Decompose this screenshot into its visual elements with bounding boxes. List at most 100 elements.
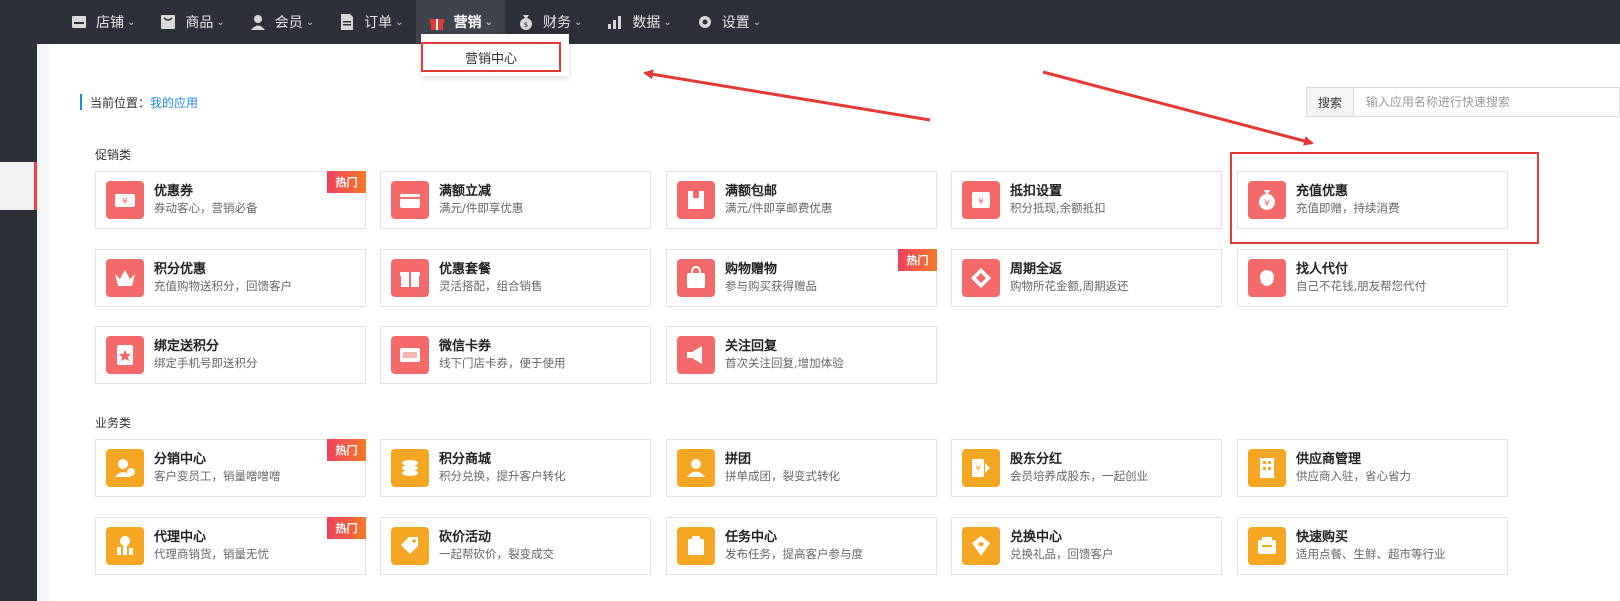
main-nav: 店铺 ⌄ 商品 ⌄ 会员 ⌄ 订单 ⌄ 营销 ⌄ $ 财务 ⌄ 数据 ⌄ 设置 ⌄: [58, 0, 773, 44]
wallet-icon: [391, 181, 429, 219]
app-card-title: 周期全返: [1010, 261, 1063, 277]
app-card-desc: 绑定手机号即送积分: [154, 355, 258, 370]
app-card-text: 购物赠物 参与购买获得赠品: [725, 262, 817, 295]
promo-app-card[interactable]: 周期全返 购物所花金额,周期返还: [951, 249, 1222, 307]
business-app-card[interactable]: 积分商城 积分兑换，提升客户转化: [380, 439, 651, 497]
app-card-title: 任务中心: [725, 529, 778, 545]
app-card-desc: 积分兑换，提升客户转化: [439, 468, 566, 483]
app-card-title: 供应商管理: [1296, 451, 1362, 467]
promo-app-card[interactable]: 满额立减 满元/件即享优惠: [380, 171, 651, 229]
nav-item-0[interactable]: 店铺 ⌄: [58, 0, 147, 44]
app-card-text: 优惠套餐 灵活搭配，组合销售: [439, 262, 543, 295]
search-label[interactable]: 搜索: [1307, 88, 1354, 116]
promo-app-card[interactable]: 购物赠物 参与购买获得赠品 热门: [666, 249, 937, 307]
business-app-card[interactable]: 砍价活动 一起帮砍价，裂变成交: [380, 517, 651, 575]
nav-item-label: 会员: [274, 15, 303, 31]
business-app-card[interactable]: 代理中心 代理商销货，销量无忧 热门: [95, 517, 366, 575]
app-card-text: 兑换中心 兑换礼品，回馈客户: [1010, 530, 1114, 563]
business-app-card[interactable]: 快速购买 适用点餐、生鲜、超市等行业: [1237, 517, 1508, 575]
business-section-title: 业务类: [95, 416, 132, 430]
breadcrumb-prefix: 当前位置：: [90, 96, 151, 110]
distributor-icon: [106, 449, 144, 487]
app-card-desc: 首次关注回复,增加体验: [725, 355, 844, 370]
app-card-desc: 拼单成团，裂变式转化: [725, 468, 840, 483]
crown-icon: [106, 259, 144, 297]
breadcrumb: 当前位置：我的应用: [80, 94, 198, 110]
app-card-text: 满额立减 满元/件即享优惠: [439, 184, 523, 217]
nav-item-1[interactable]: 商品 ⌄: [147, 0, 236, 44]
promo-app-card[interactable]: ¥ 优惠券 券动客心，营销必备 热门: [95, 171, 366, 229]
app-card-desc: 购物所花金额,周期返还: [1010, 278, 1129, 293]
hot-badge: 热门: [327, 517, 366, 539]
marketing-center-menu-item[interactable]: 营销中心: [421, 42, 561, 72]
promo-app-card[interactable]: 优惠套餐 灵活搭配，组合销售: [380, 249, 651, 307]
app-card-text: 找人代付 自己不花钱,朋友帮您代付: [1296, 262, 1426, 295]
chevron-down-icon: ⌄: [395, 16, 404, 28]
app-card-desc: 会员培养成股东，一起创业: [1010, 468, 1148, 483]
card-icon: [391, 336, 429, 374]
app-card-title: 微信卡券: [439, 338, 492, 354]
app-card-title: 抵扣设置: [1010, 183, 1063, 199]
nav-item-label: 店铺: [96, 15, 124, 31]
exchange-icon: [962, 527, 1000, 565]
promo-app-card[interactable]: 满额包邮 满元/件即享邮费优惠: [666, 171, 937, 229]
app-card-text: 积分商城 积分兑换，提升客户转化: [439, 452, 566, 485]
search-input[interactable]: [1353, 88, 1619, 116]
megaphone-icon: [677, 336, 715, 374]
app-card-text: 关注回复 首次关注回复,增加体验: [725, 339, 844, 372]
nav-item-7[interactable]: 设置 ⌄: [684, 0, 773, 44]
app-card-title: 兑换中心: [1010, 529, 1063, 545]
app-card-desc: 参与购买获得赠品: [725, 278, 817, 293]
group-icon: [677, 449, 715, 487]
coins-icon: [391, 449, 429, 487]
app-card-text: 股东分红 会员培养成股东，一起创业: [1010, 452, 1148, 485]
marketing-dropdown: 营销中心: [421, 34, 569, 76]
chevron-down-icon: ⌄: [305, 16, 315, 28]
gift-box-icon: [391, 259, 429, 297]
promo-app-card[interactable]: 找人代付 自己不花钱,朋友帮您代付: [1237, 249, 1508, 307]
money-bag-icon: $: [517, 13, 535, 31]
app-card-desc: 满元/件即享邮费优惠: [725, 200, 833, 215]
chevron-down-icon: ⌄: [752, 16, 762, 28]
app-card-text: 周期全返 购物所花金额,周期返还: [1010, 262, 1129, 295]
app-card-title: 关注回复: [725, 338, 778, 354]
sidebar-active-tab[interactable]: [0, 162, 37, 210]
breadcrumb-link[interactable]: 我的应用: [150, 96, 198, 110]
app-card-text: 满额包邮 满元/件即享邮费优惠: [725, 184, 832, 217]
nav-item-6[interactable]: 数据 ⌄: [594, 0, 683, 44]
member-icon: [249, 13, 267, 31]
app-card-desc: 灵活搭配，组合销售: [439, 278, 543, 293]
business-app-card[interactable]: 拼团 拼单成团，裂变式转化: [666, 439, 937, 497]
promo-app-card[interactable]: ¥ 抵扣设置 积分抵现,余额抵扣: [951, 171, 1222, 229]
bar-chart-icon: [606, 13, 624, 31]
app-card-title: 优惠套餐: [439, 261, 492, 277]
app-card-title: 找人代付: [1296, 261, 1349, 277]
app-card-title: 满额立减: [439, 183, 492, 199]
svg-text:¥: ¥: [978, 197, 984, 207]
promo-app-card[interactable]: 绑定送积分 绑定手机号即送积分: [95, 326, 366, 384]
business-app-card[interactable]: 分销中心 客户变员工，销量噌噌噌 热门: [95, 439, 366, 497]
app-card-title: 绑定送积分: [154, 338, 220, 354]
nav-item-3[interactable]: 订单 ⌄: [326, 0, 415, 44]
app-card-title: 优惠券: [154, 183, 194, 199]
chevron-down-icon: ⌄: [216, 16, 225, 28]
nav-item-label: 数据: [632, 15, 661, 31]
promo-app-card[interactable]: 积分优惠 充值购物送积分，回馈客户: [95, 249, 366, 307]
chevron-down-icon: ⌄: [573, 16, 583, 28]
nav-item-label: 设置: [721, 15, 750, 31]
app-card-text: 供应商管理 供应商入驻，省心省力: [1296, 452, 1411, 485]
business-app-card[interactable]: 任务中心 发布任务，提高客户参与度: [666, 517, 937, 575]
business-app-card[interactable]: 供应商管理 供应商入驻，省心省力: [1237, 439, 1508, 497]
promo-app-card[interactable]: 微信卡券 线下门店卡券，便于使用: [380, 326, 651, 384]
app-card-desc: 代理商销货，销量无忧: [154, 546, 269, 561]
business-app-card[interactable]: 兑换中心 兑换礼品，回馈客户: [951, 517, 1222, 575]
task-icon: [677, 527, 715, 565]
package-icon: [677, 181, 715, 219]
business-app-card[interactable]: ¥ 股东分红 会员培养成股东，一起创业: [951, 439, 1222, 497]
agent-icon: [106, 527, 144, 565]
app-card-desc: 自己不花钱,朋友帮您代付: [1296, 278, 1427, 293]
nav-item-2[interactable]: 会员 ⌄: [237, 0, 326, 44]
nav-item-label: 营销: [453, 15, 482, 31]
promo-app-card[interactable]: 关注回复 首次关注回复,增加体验: [666, 326, 937, 384]
app-card-title: 分销中心: [154, 451, 207, 467]
